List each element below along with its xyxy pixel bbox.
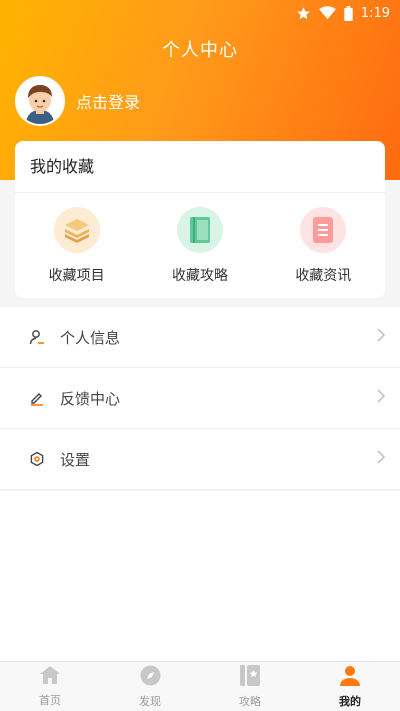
favorites-title: 我的收藏: [15, 141, 385, 193]
menu-item-settings[interactable]: 设置: [0, 429, 400, 490]
favorite-projects-button[interactable]: 收藏项目: [22, 207, 132, 285]
stack-layers-icon: [53, 207, 100, 253]
nav-label-mine: 我的: [339, 694, 361, 708]
wifi-icon: [318, 6, 336, 20]
status-bar: 1:19: [0, 0, 400, 26]
nav-label-home: 首页: [39, 694, 61, 707]
page-title: 个人中心: [162, 40, 238, 61]
nav-guide[interactable]: 攻略: [200, 662, 300, 711]
favorite-news-button[interactable]: 收藏资讯: [268, 207, 378, 285]
nav-label-guide: 攻略: [239, 694, 261, 708]
favorite-projects-label: 收藏项目: [48, 268, 105, 284]
login-text[interactable]: 点击登录: [76, 89, 140, 113]
favorite-news-label: 收藏资讯: [295, 268, 352, 284]
document-icon: [300, 207, 347, 253]
login-button[interactable]: 点击登录: [15, 76, 140, 126]
settings-icon: [28, 450, 46, 468]
menu-label-feedback: 反馈中心: [60, 389, 121, 408]
settings-menu: 个人信息 反馈中心 设置: [0, 307, 400, 490]
star-icon: [296, 6, 311, 21]
book-icon: [176, 207, 223, 253]
content-blank-area: [0, 491, 400, 661]
compass-icon: [140, 665, 161, 690]
nav-label-discover: 发现: [139, 694, 161, 708]
home-icon: [39, 665, 61, 689]
chevron-right-icon: [376, 449, 386, 469]
bottom-nav: 首页 发现 攻略 我的: [0, 661, 400, 711]
favorite-guides-button[interactable]: 收藏攻略: [145, 207, 255, 285]
status-time: 1:19: [360, 5, 390, 21]
nav-mine[interactable]: 我的: [300, 662, 400, 711]
favorites-card: 我的收藏 收藏项目 收藏攻略 收藏资讯: [15, 141, 385, 298]
edit-icon: [28, 389, 46, 407]
nav-discover[interactable]: 发现: [100, 662, 200, 711]
favorite-guides-label: 收藏攻略: [171, 268, 228, 284]
avatar[interactable]: [15, 76, 65, 126]
menu-item-personal-info[interactable]: 个人信息: [0, 307, 400, 368]
battery-icon: [344, 5, 353, 21]
screen: 1:19 个人中心 点击登录 我的收藏 收藏项目 收藏攻略 收藏资讯 个人信息 …: [0, 0, 400, 711]
nav-home[interactable]: 首页: [0, 662, 100, 711]
menu-label-settings: 设置: [60, 450, 91, 469]
menu-label-personal-info: 个人信息: [60, 328, 121, 347]
chevron-right-icon: [376, 327, 386, 347]
chevron-right-icon: [376, 388, 386, 408]
profile-icon: [340, 665, 360, 690]
guide-icon: [240, 664, 260, 690]
user-icon: [28, 328, 46, 346]
avatar-icon: [17, 78, 63, 124]
menu-item-feedback[interactable]: 反馈中心: [0, 368, 400, 429]
favorites-list: 收藏项目 收藏攻略 收藏资讯: [15, 193, 385, 285]
